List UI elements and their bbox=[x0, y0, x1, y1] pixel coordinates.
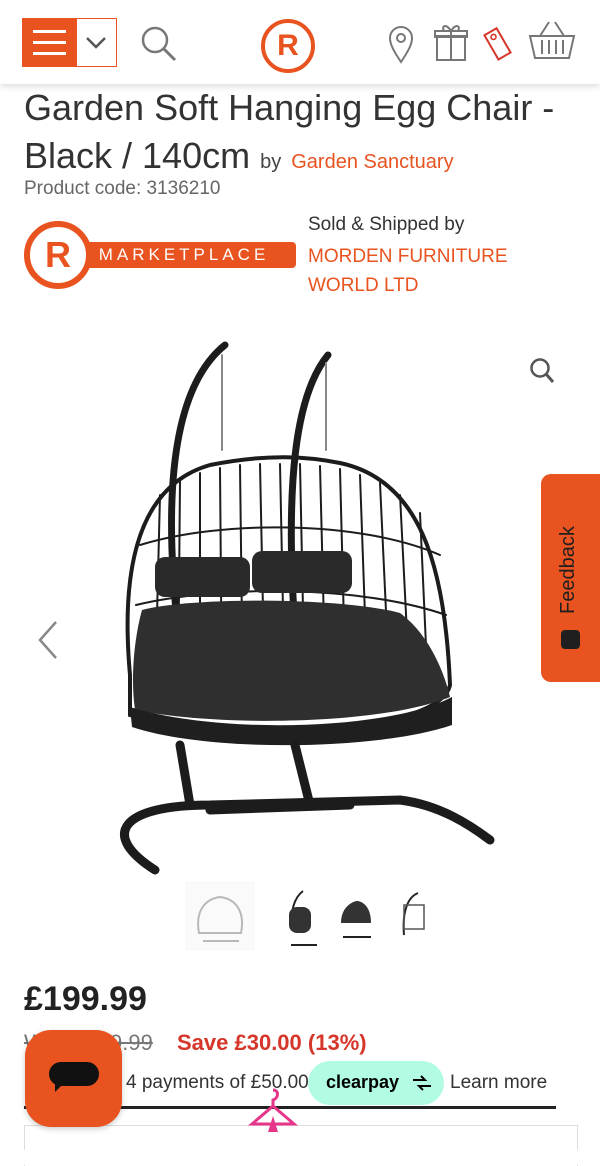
zoom-icon[interactable] bbox=[529, 357, 555, 385]
clearpay-logo[interactable]: clearpay bbox=[308, 1061, 444, 1105]
chevron-down-icon bbox=[86, 37, 106, 49]
product-title-text: Garden Soft Hanging Egg Chair - Black / … bbox=[24, 87, 555, 176]
site-logo[interactable]: R bbox=[261, 19, 315, 73]
seller-link[interactable]: MORDEN FURNITURE WORLD LTD bbox=[308, 242, 568, 300]
location-pin-icon[interactable] bbox=[387, 24, 415, 64]
thumbnail-1[interactable] bbox=[185, 881, 255, 951]
marketplace-logo: R bbox=[24, 221, 92, 289]
previous-image-arrow-icon[interactable] bbox=[36, 620, 60, 660]
marketplace-bar: MARKETPLACE bbox=[72, 242, 296, 268]
feedback-tab[interactable]: Feedback bbox=[541, 474, 600, 682]
feedback-icon bbox=[561, 630, 580, 649]
marketplace-logo-letter: R bbox=[45, 234, 71, 275]
search-icon[interactable] bbox=[139, 24, 179, 64]
feedback-label: Feedback bbox=[557, 526, 579, 614]
menu-button[interactable] bbox=[22, 18, 77, 67]
clearpay-label: clearpay bbox=[326, 1072, 400, 1092]
thumbnail-4[interactable] bbox=[380, 881, 450, 951]
product-title: Garden Soft Hanging Egg Chair - Black / … bbox=[24, 84, 584, 186]
sold-shipped-label: Sold & Shipped by bbox=[308, 214, 465, 235]
gift-icon[interactable] bbox=[434, 22, 468, 62]
marketplace-text: MARKETPLACE bbox=[98, 245, 270, 264]
product-price: £199.99 bbox=[24, 980, 147, 1018]
marketplace-badge: R MARKETPLACE bbox=[24, 221, 296, 289]
thumbnail-2[interactable] bbox=[273, 881, 343, 951]
menu-dropdown-button[interactable] bbox=[77, 18, 117, 67]
clearpay-arrows-icon bbox=[413, 1075, 431, 1091]
basket-icon[interactable] bbox=[527, 18, 577, 62]
hanger-icon bbox=[247, 1088, 299, 1132]
save-amount: Save £30.00 (13%) bbox=[177, 1030, 367, 1055]
chat-icon-tail bbox=[55, 1082, 65, 1092]
product-code: Product code: 3136210 bbox=[24, 178, 221, 199]
tag-icon[interactable] bbox=[480, 22, 514, 64]
site-header: R bbox=[0, 0, 600, 84]
logo-letter: R bbox=[277, 29, 299, 62]
by-label: by bbox=[260, 151, 282, 173]
learn-more-link[interactable]: Learn more bbox=[450, 1072, 547, 1094]
bottom-bar bbox=[0, 1150, 600, 1165]
chat-button[interactable] bbox=[25, 1030, 122, 1127]
product-image[interactable] bbox=[100, 335, 500, 880]
brand-link[interactable]: Garden Sanctuary bbox=[291, 151, 453, 173]
